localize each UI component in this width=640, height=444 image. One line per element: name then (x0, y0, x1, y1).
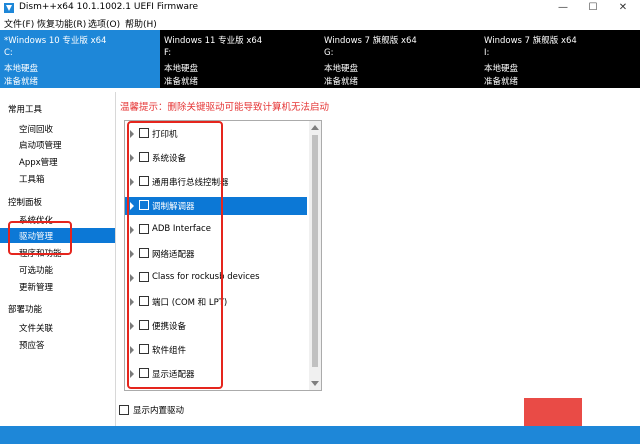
sidebar-item-label: 更新管理 (19, 283, 54, 293)
annotation-highlight-sidebar (8, 221, 72, 255)
scroll-thumb[interactable] (312, 135, 318, 367)
system-status: 准备就绪 (4, 77, 39, 87)
sidebar: 常用工具 空间回收 启动项管理 Appx管理 工具箱 控制面板 系统优化 驱动管… (0, 92, 116, 426)
sidebar-item-label: 可选功能 (19, 266, 54, 276)
system-name: Windows 11 专业版 x64 (164, 36, 263, 46)
scroll-down-arrow-icon[interactable] (311, 381, 319, 386)
sidebar-item-updates[interactable]: 更新管理 (0, 279, 115, 294)
annotation-highlight-driver-list (127, 121, 223, 389)
system-drive: G: (324, 48, 334, 58)
menu-file[interactable]: 文件(F) (4, 17, 34, 30)
sidebar-item-label: 空间回收 (19, 125, 54, 135)
menu-bar: 文件(F) 恢复功能(R) 选项(O) 帮助(H) (0, 16, 640, 30)
sidebar-item-space-recovery[interactable]: 空间回收 (0, 121, 115, 136)
vertical-scrollbar[interactable] (309, 121, 321, 390)
system-drive: I: (484, 48, 490, 58)
system-name: *Windows 10 专业版 x64 (4, 36, 107, 46)
sidebar-item-toolbox[interactable]: 工具箱 (0, 171, 115, 186)
system-tab-win7-g[interactable]: Windows 7 旗舰版 x64 G: 本地硬盘 准备就绪 (320, 30, 480, 88)
sidebar-item-label: 文件关联 (19, 324, 54, 334)
system-tab-win7-i[interactable]: Windows 7 旗舰版 x64 I: 本地硬盘 准备就绪 (480, 30, 640, 88)
sidebar-item-label: 工具箱 (19, 175, 45, 185)
system-selector: *Windows 10 专业版 x64 C: 本地硬盘 准备就绪 Windows… (0, 30, 640, 88)
system-status: 准备就绪 (324, 77, 359, 87)
sidebar-group-control-panel: 控制面板 (8, 198, 43, 208)
show-builtin-label: 显示内置驱动 (133, 406, 185, 416)
sidebar-item-appx[interactable]: Appx管理 (0, 154, 115, 169)
action-button[interactable] (524, 398, 582, 428)
menu-help[interactable]: 帮助(H) (125, 17, 157, 30)
system-name: Windows 7 旗舰版 x64 (484, 36, 577, 46)
system-status: 准备就绪 (164, 77, 199, 87)
warning-text: 温馨提示：删除关键驱动可能导致计算机无法启动 (120, 102, 330, 113)
system-type: 本地硬盘 (324, 64, 359, 74)
system-tab-win10[interactable]: *Windows 10 专业版 x64 C: 本地硬盘 准备就绪 (0, 30, 160, 88)
window-title: Dism++x64 10.1.1002.1 UEFI Firmware (19, 2, 199, 12)
system-tab-win11[interactable]: Windows 11 专业版 x64 F: 本地硬盘 准备就绪 (160, 30, 320, 88)
system-type: 本地硬盘 (4, 64, 39, 74)
system-type: 本地硬盘 (164, 64, 199, 74)
maximize-button[interactable]: ☐ (578, 0, 608, 16)
system-status: 准备就绪 (484, 77, 519, 87)
title-bar: Dism++x64 10.1.1002.1 UEFI Firmware — ☐ … (0, 0, 640, 16)
checkbox[interactable] (119, 405, 129, 415)
menu-options[interactable]: 选项(O) (88, 17, 120, 30)
app-logo-icon (4, 3, 14, 13)
system-drive: C: (4, 48, 13, 58)
minimize-button[interactable]: — (548, 0, 578, 16)
sidebar-item-startup[interactable]: 启动项管理 (0, 137, 115, 152)
status-bar (0, 426, 640, 444)
menu-recovery[interactable]: 恢复功能(R) (37, 17, 86, 30)
system-name: Windows 7 旗舰版 x64 (324, 36, 417, 46)
system-drive: F: (164, 48, 172, 58)
sidebar-item-pre-answer[interactable]: 预应答 (0, 337, 115, 352)
sidebar-group-common-tools: 常用工具 (8, 105, 43, 115)
sidebar-item-label: 预应答 (19, 341, 45, 351)
system-type: 本地硬盘 (484, 64, 519, 74)
sidebar-item-label: Appx管理 (19, 158, 58, 168)
sidebar-group-deployment: 部署功能 (8, 305, 43, 315)
scroll-up-arrow-icon[interactable] (311, 125, 319, 130)
sidebar-item-file-association[interactable]: 文件关联 (0, 320, 115, 335)
sidebar-item-label: 启动项管理 (19, 141, 62, 151)
close-button[interactable]: ✕ (608, 0, 638, 16)
sidebar-item-optional-features[interactable]: 可选功能 (0, 262, 115, 277)
